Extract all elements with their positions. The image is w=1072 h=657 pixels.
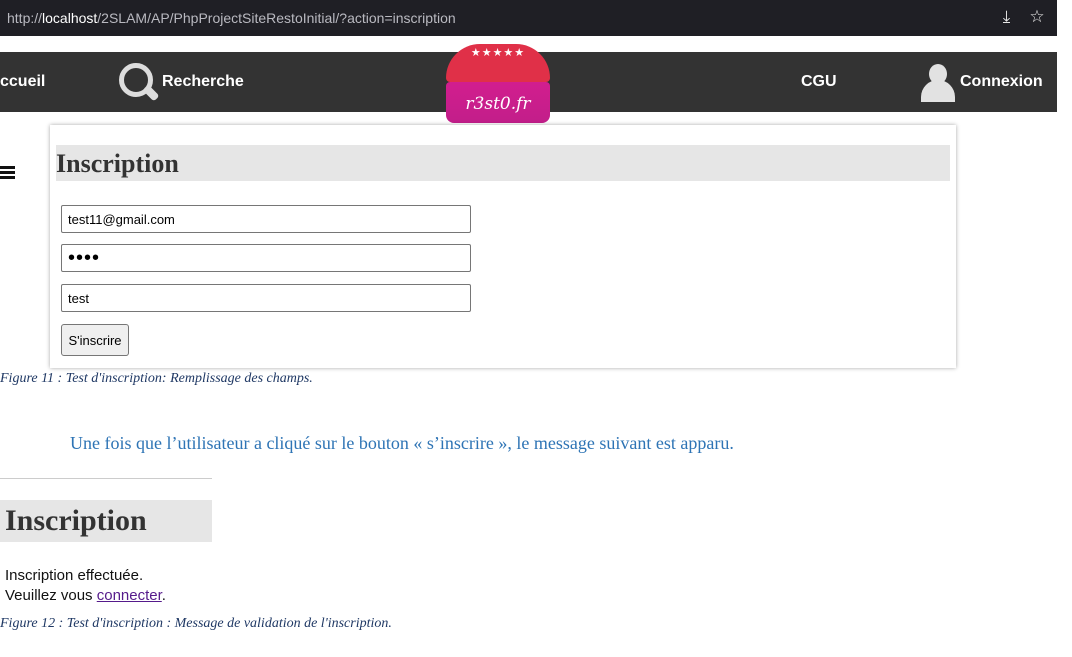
nav-accueil-label: ccueil xyxy=(0,73,46,90)
login-prompt-suffix: . xyxy=(161,587,166,604)
nav-connexion-label: Connexion xyxy=(960,73,1043,90)
inscription-card: Inscription test11@gmail.com •••• test S… xyxy=(50,125,956,368)
pseudo-value: test xyxy=(68,290,89,306)
logo-stars: ★★★★★ xyxy=(470,47,526,59)
browser-address-bar[interactable]: http://localhost/2SLAM/AP/PhpProjectSite… xyxy=(0,0,1057,36)
password-value: •••• xyxy=(68,246,101,269)
url-path: /2SLAM/AP/PhpProjectSiteRestoInitial/?ac… xyxy=(97,10,456,26)
pseudo-field[interactable]: test xyxy=(61,284,471,312)
sinscrire-button[interactable]: S'inscrire xyxy=(61,324,129,356)
connecter-link[interactable]: connecter xyxy=(97,587,162,604)
email-value: test11@gmail.com xyxy=(68,211,175,227)
download-icon[interactable]: ⤓ xyxy=(997,7,1017,27)
result-header: Inscription xyxy=(0,500,212,542)
nav-connexion[interactable]: Connexion xyxy=(920,52,1043,112)
figure-11-caption: Figure 11 : Test d'inscription: Rempliss… xyxy=(0,371,313,386)
login-prompt-prefix: Veuillez vous xyxy=(5,587,97,604)
page-edge xyxy=(1057,0,1072,368)
nav-recherche-label: Recherche xyxy=(162,73,244,90)
inscription-header: Inscription xyxy=(56,145,950,181)
password-field[interactable]: •••• xyxy=(61,244,471,272)
url-host: localhost xyxy=(42,10,98,26)
login-prompt: Veuillez vous connecter. xyxy=(5,587,166,604)
nav-recherche[interactable]: Recherche xyxy=(118,52,244,112)
user-icon xyxy=(920,62,956,102)
search-icon xyxy=(118,62,160,102)
star-icon[interactable]: ☆ xyxy=(1027,7,1047,27)
url-prefix: http:// xyxy=(7,10,43,26)
body-paragraph: Une fois que l’utilisateur a cliqué sur … xyxy=(70,433,734,453)
result-message: Inscription effectuée. xyxy=(5,567,144,584)
logo-name: r3st0.fr xyxy=(465,94,531,114)
url-text[interactable]: http://localhost/2SLAM/AP/PhpProjectSite… xyxy=(7,10,456,26)
nav-accueil[interactable]: ccueil xyxy=(0,52,45,112)
email-field[interactable]: test11@gmail.com xyxy=(61,205,471,233)
nav-cgu-label: CGU xyxy=(801,73,837,90)
page-title: Inscription xyxy=(56,149,179,178)
site-logo[interactable]: ★★★★★ r3st0.fr xyxy=(446,44,550,123)
hamburger-menu-icon[interactable] xyxy=(0,166,15,180)
nav-cgu[interactable]: CGU xyxy=(801,52,837,112)
divider xyxy=(0,478,212,479)
figure-12-caption: Figure 12 : Test d'inscription : Message… xyxy=(0,616,392,631)
result-title: Inscription xyxy=(5,504,147,537)
